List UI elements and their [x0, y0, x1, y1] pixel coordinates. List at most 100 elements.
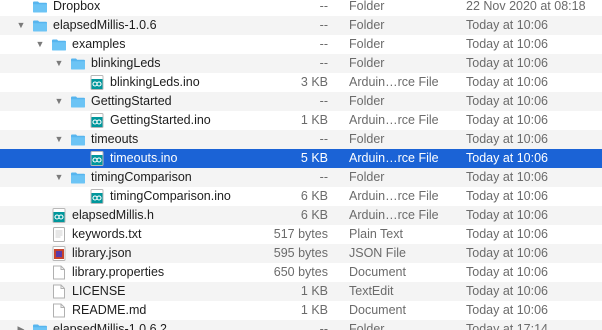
file-kind: JSON File — [349, 246, 406, 260]
file-kind: Folder — [349, 94, 385, 108]
file-name: timeouts — [91, 132, 139, 146]
file-name: timeouts.ino — [110, 151, 178, 165]
date-modified: Today at 10:06 — [466, 246, 549, 260]
disclosure-expanded-icon[interactable]: ▼ — [53, 130, 65, 149]
file-name: blinkingLeds — [91, 56, 161, 70]
arduino-file-icon — [89, 113, 105, 128]
json-file-icon — [51, 246, 67, 261]
disclosure-collapsed-icon[interactable]: ▶ — [15, 320, 27, 330]
list-row-examples[interactable]: ▼ examples -- Folder Today at 10:06 — [0, 35, 602, 54]
file-kind: Folder — [349, 322, 385, 330]
file-kind: Plain Text — [349, 227, 403, 241]
disclosure-expanded-icon[interactable]: ▼ — [53, 54, 65, 73]
file-name: Dropbox — [53, 0, 101, 13]
list-row-gettingstarted-ino[interactable]: GettingStarted.ino 1 KB Arduin…rce File Tod… — [0, 111, 602, 130]
file-size: -- — [319, 0, 328, 13]
date-modified: Today at 10:06 — [466, 151, 549, 165]
file-size: 3 KB — [300, 75, 328, 89]
folder-icon — [32, 322, 48, 330]
list-row-timeouts-ino[interactable]: timeouts.ino 5 KB Arduin…rce File Today at … — [0, 149, 602, 168]
date-modified: Today at 10:06 — [466, 303, 549, 317]
list-row-dropbox[interactable]: Dropbox -- Folder 22 Nov 2020 at 08:18 — [0, 0, 602, 16]
file-kind: TextEdit — [349, 284, 394, 298]
file-size: -- — [319, 94, 328, 108]
disclosure-expanded-icon[interactable]: ▼ — [53, 168, 65, 187]
file-name: GettingStarted — [91, 94, 172, 108]
file-kind: Document — [349, 303, 406, 317]
file-kind: Folder — [349, 132, 385, 146]
arduino-file-icon — [51, 208, 67, 223]
date-modified: Today at 10:06 — [466, 18, 549, 32]
file-kind: Folder — [349, 56, 385, 70]
date-modified: Today at 10:06 — [466, 227, 549, 241]
file-name: timingComparison.ino — [110, 189, 231, 203]
document-icon — [51, 265, 67, 280]
list-row-keywords-txt[interactable]: keywords.txt 517 bytes Plain Text Today at … — [0, 225, 602, 244]
document-icon — [51, 284, 67, 299]
text-file-icon — [51, 227, 67, 242]
folder-icon — [70, 56, 86, 71]
list-row-license[interactable]: LICENSE 1 KB TextEdit Today at 10:06 — [0, 282, 602, 301]
list-row-readme-md[interactable]: README.md 1 KB Document Today at 10:06 — [0, 301, 602, 320]
list-row-library-json[interactable]: library.json 595 bytes JSON File Today at 1… — [0, 244, 602, 263]
file-kind: Folder — [349, 0, 385, 13]
file-name: elapsedMillis-1.0.6 2 — [53, 322, 167, 330]
file-size: -- — [319, 37, 328, 51]
file-size: -- — [319, 18, 328, 32]
list-row-elapsedmillis-h[interactable]: elapsedMillis.h 6 KB Arduin…rce File Today … — [0, 206, 602, 225]
folder-icon — [70, 94, 86, 109]
file-name: GettingStarted.ino — [110, 113, 211, 127]
list-row-blinkingleds[interactable]: ▼ blinkingLeds -- Folder Today at 10:06 — [0, 54, 602, 73]
list-row-gettingstarted[interactable]: ▼ GettingStarted -- Folder Today at 10:06 — [0, 92, 602, 111]
file-name: library.properties — [72, 265, 165, 279]
date-modified: Today at 10:06 — [466, 56, 549, 70]
date-modified: Today at 10:06 — [466, 113, 549, 127]
file-size: -- — [319, 170, 328, 184]
file-size: -- — [319, 132, 328, 146]
list-row-elapsedmillis-1-0-6-2[interactable]: ▶ elapsedMillis-1.0.6 2 -- Folder Today at 1… — [0, 320, 602, 330]
file-size: -- — [319, 322, 328, 330]
file-kind: Folder — [349, 18, 385, 32]
file-size: 6 KB — [300, 189, 328, 203]
file-size: 1 KB — [300, 284, 328, 298]
list-row-timingcomparison[interactable]: ▼ timingComparison -- Folder Today at 10:06 — [0, 168, 602, 187]
arduino-file-icon — [89, 151, 105, 166]
date-modified: Today at 10:06 — [466, 265, 549, 279]
document-icon — [51, 303, 67, 318]
file-kind: Folder — [349, 37, 385, 51]
file-size: -- — [319, 56, 328, 70]
file-name: elapsedMillis.h — [72, 208, 154, 222]
file-size: 1 KB — [300, 113, 328, 127]
arduino-file-icon — [89, 75, 105, 90]
folder-icon — [51, 37, 67, 52]
file-size: 595 bytes — [273, 246, 328, 260]
list-row-timingcomparison-ino[interactable]: timingComparison.ino 6 KB Arduin…rce File T… — [0, 187, 602, 206]
date-modified: 22 Nov 2020 at 08:18 — [466, 0, 586, 13]
date-modified: Today at 10:06 — [466, 132, 549, 146]
list-row-timeouts[interactable]: ▼ timeouts -- Folder Today at 10:06 — [0, 130, 602, 149]
file-size: 1 KB — [300, 303, 328, 317]
list-row-library-properties[interactable]: library.properties 650 bytes Document Today… — [0, 263, 602, 282]
list-row-blinkingleds-ino[interactable]: blinkingLeds.ino 3 KB Arduin…rce File Today… — [0, 73, 602, 92]
folder-icon — [70, 170, 86, 185]
file-name: LICENSE — [72, 284, 126, 298]
file-name: library.json — [72, 246, 132, 260]
file-name: keywords.txt — [72, 227, 142, 241]
file-name: timingComparison — [91, 170, 192, 184]
disclosure-expanded-icon[interactable]: ▼ — [34, 35, 46, 54]
file-kind: Arduin…rce File — [349, 75, 439, 89]
file-size: 5 KB — [300, 151, 328, 165]
file-kind: Arduin…rce File — [349, 189, 439, 203]
date-modified: Today at 10:06 — [466, 208, 549, 222]
file-name: blinkingLeds.ino — [110, 75, 200, 89]
disclosure-expanded-icon[interactable]: ▼ — [53, 92, 65, 111]
arduino-file-icon — [89, 189, 105, 204]
date-modified: Today at 10:06 — [466, 170, 549, 184]
date-modified: Today at 10:06 — [466, 94, 549, 108]
list-row-elapsedmillis-1-0-6[interactable]: ▼ elapsedMillis-1.0.6 -- Folder Today at 10:… — [0, 16, 602, 35]
file-kind: Arduin…rce File — [349, 113, 439, 127]
file-name: examples — [72, 37, 126, 51]
folder-icon — [32, 18, 48, 33]
file-kind: Document — [349, 265, 406, 279]
disclosure-expanded-icon[interactable]: ▼ — [15, 16, 27, 35]
